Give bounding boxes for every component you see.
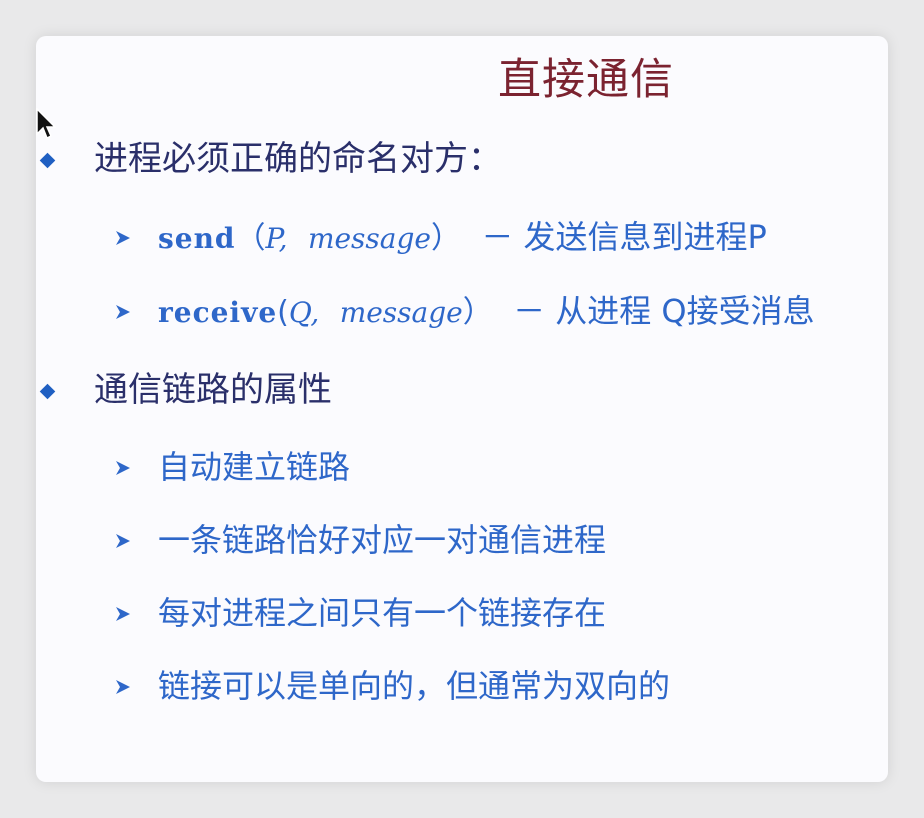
receive-arg-process: Q, bbox=[288, 296, 320, 329]
bullet-text-naming: 进程必须正确的命名对方： bbox=[94, 139, 502, 179]
send-primitive-line: send（P, message） － 发送信息到进程P bbox=[158, 216, 767, 260]
link-property-item: 每对进程之间只有一个链接存在 bbox=[158, 594, 607, 632]
arrow-bullet-icon bbox=[116, 305, 130, 319]
receive-close-paren: ） bbox=[462, 295, 493, 330]
send-description: － 发送信息到进程P bbox=[481, 218, 767, 256]
receive-description: － 从进程 Q接受消息 bbox=[513, 292, 815, 330]
link-property-item: 链接可以是单向的，但通常为双向的 bbox=[158, 667, 671, 705]
receive-open-paren: ( bbox=[277, 295, 289, 330]
link-property-item: 一条链路恰好对应一对通信进程 bbox=[158, 521, 607, 559]
arrow-bullet-icon bbox=[116, 461, 130, 475]
send-open-paren: （ bbox=[235, 221, 266, 256]
send-arg-message: message bbox=[307, 222, 431, 255]
link-property-item: 自动建立链路 bbox=[158, 448, 351, 486]
arrow-bullet-icon bbox=[116, 534, 130, 548]
receive-func: receive bbox=[158, 296, 278, 329]
mouse-cursor-icon bbox=[36, 108, 56, 140]
bullet-text-link-properties: 通信链路的属性 bbox=[94, 370, 332, 410]
receive-primitive-line: receive(Q, message） － 从进程 Q接受消息 bbox=[158, 290, 815, 334]
slide-title: 直接通信 bbox=[498, 55, 674, 105]
arrow-bullet-icon bbox=[116, 231, 130, 245]
send-func: send bbox=[158, 222, 236, 255]
send-arg-process: P, bbox=[265, 222, 288, 255]
send-close-paren: ） bbox=[430, 221, 461, 256]
arrow-bullet-icon bbox=[116, 680, 130, 694]
arrow-bullet-icon bbox=[116, 607, 130, 621]
receive-arg-message: message bbox=[339, 296, 463, 329]
